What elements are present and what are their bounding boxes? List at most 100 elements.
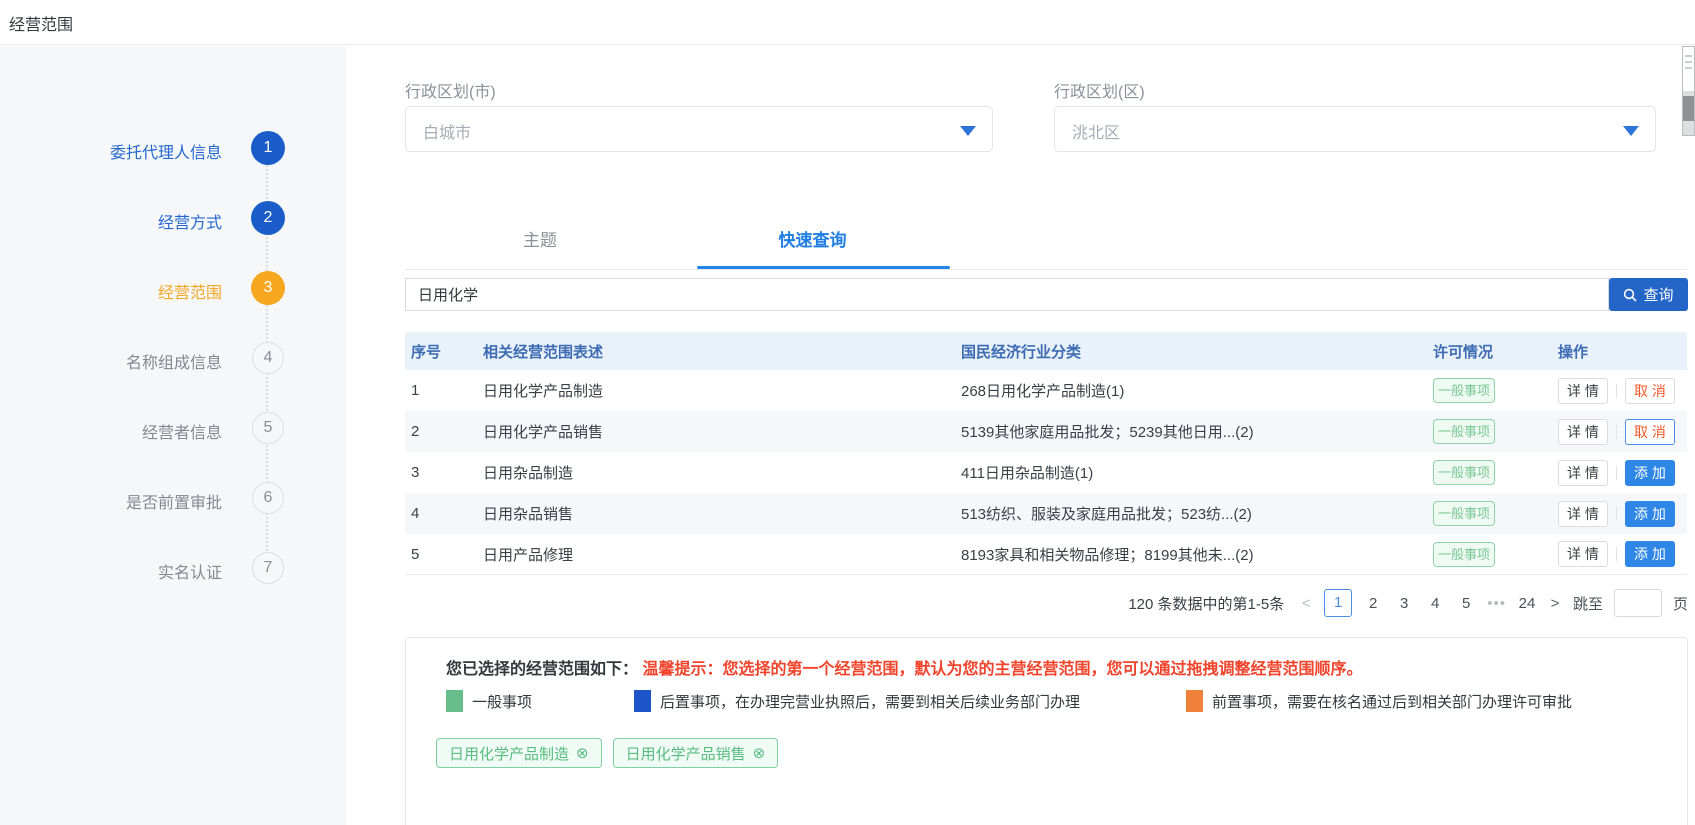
tab-quick-query[interactable]: 快速查询: [675, 226, 950, 256]
cell-scope: 日用化学产品制造: [483, 383, 604, 400]
cell-index: 5: [411, 545, 420, 563]
step-item-3[interactable]: 经营范围 3: [0, 271, 346, 307]
step-number-badge: 4: [252, 342, 284, 374]
selected-tags: 日用化学产品制造 ⊗ 日用化学产品销售 ⊗: [436, 738, 779, 768]
chevron-down-icon: [1623, 126, 1639, 136]
scope-table: 序号 相关经营范围表述 国民经济行业分类 许可情况 操作 1 日用化学产品制造 …: [405, 332, 1687, 575]
step-sidebar: 委托代理人信息 1 经营方式 2 经营范围 3 名称组成信息 4 经营者信息 5…: [0, 46, 346, 825]
cell-industry: 268日用化学产品制造(1): [961, 383, 1125, 400]
detail-button[interactable]: 详 情: [1558, 500, 1608, 527]
detail-button[interactable]: 详 情: [1558, 541, 1608, 567]
pagination-summary: 120 条数据中的第1-5条: [1128, 595, 1285, 613]
pagination: 120 条数据中的第1-5条 < 1 2 3 4 5 ••• 24 > 跳至 页: [405, 588, 1688, 618]
scrollbar[interactable]: [1682, 46, 1695, 136]
add-button[interactable]: 添 加: [1625, 500, 1675, 527]
step-label: 委托代理人信息: [109, 145, 222, 162]
jump-page-input[interactable]: [1613, 589, 1662, 617]
cell-industry: 411日用杂品制造(1): [961, 465, 1094, 482]
cell-industry: 5139其他家庭用品批发；5239其他日用...(2): [961, 424, 1254, 441]
tag-label: 日用化学产品制造: [449, 745, 570, 763]
remove-tag-icon[interactable]: ⊗: [576, 744, 589, 762]
warning-text: 温馨提示：您选择的第一个经营范围，默认为您的主营经营范围，您可以通过拖拽调整经营…: [642, 661, 1363, 678]
step-item-4[interactable]: 名称组成信息 4: [0, 341, 346, 377]
legend-label: 一般事项: [472, 693, 533, 711]
cell-index: 3: [411, 464, 420, 481]
search-input[interactable]: [405, 278, 1609, 311]
city-select-value: 白城市: [423, 125, 472, 142]
panel-heading: 您已选择的经营范围如下： 温馨提示：您选择的第一个经营范围，默认为您的主营经营范…: [446, 655, 1362, 679]
cell-scope: 日用杂品销售: [483, 506, 574, 523]
step-number-badge: 3: [251, 271, 285, 305]
page-number-24[interactable]: 24: [1517, 595, 1537, 612]
district-select[interactable]: 洮北区: [1054, 106, 1656, 152]
legend-post-approval: 后置事项，在办理完营业执照后，需要到相关后续业务部门办理: [634, 690, 1080, 712]
chevron-down-icon: [960, 126, 976, 136]
step-number-badge: 6: [252, 482, 284, 514]
step-label: 经营范围: [157, 285, 222, 302]
more-pages-icon[interactable]: •••: [1487, 595, 1506, 612]
district-select-value: 洮北区: [1072, 125, 1121, 142]
city-select-label: 行政区划(市): [405, 84, 496, 101]
cell-industry: 513纺织、服装及家庭用品批发；523纺...(2): [961, 506, 1252, 523]
table-header-row: 序号 相关经营范围表述 国民经济行业分类 许可情况 操作: [405, 332, 1687, 370]
ops-divider: [1616, 424, 1617, 439]
table-row: 3 日用杂品制造 411日用杂品制造(1) 一般事项 详 情 添 加: [405, 452, 1687, 493]
legend-orange-swatch: [1186, 690, 1203, 712]
step-item-5[interactable]: 经营者信息 5: [0, 411, 346, 447]
active-tab-underline: [697, 266, 950, 269]
table-row: 5 日用产品修理 8193家具和相关物品修理；8199其他未...(2) 一般事…: [405, 534, 1687, 575]
selected-scope-tag[interactable]: 日用化学产品销售 ⊗: [612, 738, 779, 768]
license-badge: 一般事项: [1433, 419, 1495, 444]
legend-pre-approval: 前置事项，需要在核名通过后到相关部门办理许可审批: [1186, 690, 1572, 712]
step-label: 实名认证: [157, 565, 222, 582]
license-badge: 一般事项: [1433, 541, 1495, 567]
detail-button[interactable]: 详 情: [1558, 377, 1608, 404]
page-number-3[interactable]: 3: [1394, 595, 1414, 612]
step-item-7[interactable]: 实名认证 7: [0, 551, 346, 587]
cell-scope: 日用杂品制造: [483, 465, 574, 482]
query-button[interactable]: 查询: [1609, 278, 1688, 311]
prev-page-icon[interactable]: <: [1299, 595, 1313, 612]
next-page-icon[interactable]: >: [1548, 595, 1562, 612]
cancel-button[interactable]: 取 消: [1625, 377, 1675, 404]
step-item-2[interactable]: 经营方式 2: [0, 201, 346, 237]
cancel-button[interactable]: 取 消: [1625, 418, 1675, 445]
page-title: 经营范围: [9, 17, 74, 34]
license-badge: 一般事项: [1433, 378, 1495, 403]
page-number-5[interactable]: 5: [1456, 595, 1476, 612]
table-row: 4 日用杂品销售 513纺织、服装及家庭用品批发；523纺...(2) 一般事项…: [405, 493, 1687, 534]
ops-divider: [1616, 506, 1617, 521]
step-number-badge: 2: [251, 201, 285, 235]
cell-industry: 8193家具和相关物品修理；8199其他未...(2): [961, 546, 1254, 564]
city-select[interactable]: 白城市: [405, 106, 993, 152]
tag-label: 日用化学产品销售: [625, 745, 746, 763]
ops-divider: [1616, 383, 1617, 398]
detail-button[interactable]: 详 情: [1558, 459, 1608, 486]
step-item-1[interactable]: 委托代理人信息 1: [0, 131, 346, 167]
legend-general: 一般事项: [446, 690, 532, 712]
selected-scope-panel: 您已选择的经营范围如下： 温馨提示：您选择的第一个经营范围，默认为您的主营经营范…: [405, 637, 1688, 825]
top-bar: 经营范围: [0, 0, 1695, 45]
col-header-ops: 操作: [1558, 343, 1589, 361]
search-icon: [1624, 288, 1638, 302]
page-number-1[interactable]: 1: [1324, 589, 1353, 617]
legend-label: 前置事项，需要在核名通过后到相关部门办理许可审批: [1212, 693, 1573, 711]
step-item-6[interactable]: 是否前置审批 6: [0, 481, 346, 517]
selected-scope-tag[interactable]: 日用化学产品制造 ⊗: [436, 738, 602, 768]
detail-button[interactable]: 详 情: [1558, 418, 1608, 445]
district-select-label: 行政区划(区): [1054, 84, 1145, 101]
cell-index: 1: [411, 382, 420, 399]
cell-index: 2: [411, 423, 420, 440]
page-number-4[interactable]: 4: [1425, 595, 1445, 612]
page-number-2[interactable]: 2: [1363, 595, 1383, 612]
cell-scope: 日用产品修理: [483, 546, 574, 564]
remove-tag-icon[interactable]: ⊗: [753, 744, 766, 762]
add-button[interactable]: 添 加: [1625, 459, 1675, 486]
scrollbar-thumb[interactable]: [1683, 96, 1694, 121]
legend-blue-swatch: [634, 690, 651, 712]
step-label: 名称组成信息: [125, 355, 222, 372]
tab-theme[interactable]: 主题: [405, 226, 675, 256]
add-button[interactable]: 添 加: [1625, 541, 1675, 567]
step-label: 经营方式: [157, 215, 222, 232]
selected-heading: 您已选择的经营范围如下：: [446, 661, 639, 678]
